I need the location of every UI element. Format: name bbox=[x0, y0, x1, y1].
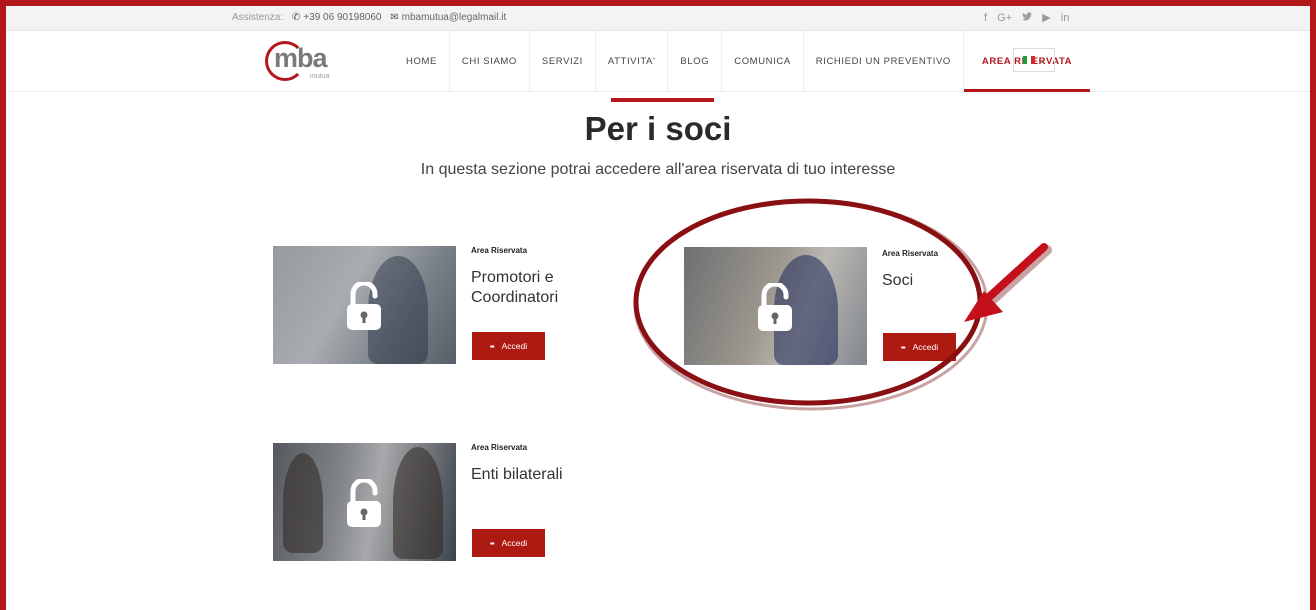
page-subtitle: In questa sezione potrai accedere all'ar… bbox=[420, 161, 896, 178]
nav-servizi[interactable]: SERVIZI bbox=[530, 31, 596, 91]
nav-home[interactable]: HOME bbox=[394, 31, 450, 91]
accedi-button[interactable]: ▪▪ Accedi bbox=[472, 529, 545, 557]
grid-icon: ▪▪ bbox=[489, 341, 495, 351]
card-title: Enti bilaterali bbox=[471, 466, 563, 483]
mail-icon: ✉ bbox=[390, 12, 399, 23]
button-label: Accedi bbox=[501, 538, 528, 548]
accedi-button[interactable]: ▪▪ Accedi bbox=[883, 333, 956, 361]
language-selector[interactable]: ⌄ bbox=[1013, 48, 1055, 72]
page-title: Per i soci bbox=[584, 110, 732, 147]
card-title: Promotori e Coordinatori bbox=[471, 269, 559, 306]
site-header: mba mutua HOME CHI SIAMO SERVIZI ATTIVIT… bbox=[6, 31, 1310, 92]
site-logo[interactable]: mba mutua bbox=[265, 41, 345, 85]
card-soci: Area Riservata Soci ▪▪ Accedi bbox=[684, 247, 984, 377]
card-kicker: Area Riservata bbox=[882, 249, 939, 258]
chevron-down-icon: ⌄ bbox=[1038, 55, 1046, 65]
facebook-icon[interactable]: f bbox=[984, 12, 987, 24]
card-image bbox=[273, 443, 456, 561]
nav-richiedi-preventivo[interactable]: RICHIEDI UN PREVENTIVO bbox=[804, 31, 964, 91]
google-plus-icon[interactable]: G+ bbox=[997, 12, 1012, 24]
card-kicker: Area Riservata bbox=[471, 246, 528, 255]
nav-chi-siamo[interactable]: CHI SIAMO bbox=[450, 31, 530, 91]
card-title: Soci bbox=[882, 272, 914, 289]
title-accent-bar bbox=[611, 98, 714, 102]
grid-icon: ▪▪ bbox=[900, 342, 906, 352]
accedi-button[interactable]: ▪▪ Accedi bbox=[472, 332, 545, 360]
twitter-icon[interactable] bbox=[1022, 12, 1035, 24]
social-links: f G+ ▶ in bbox=[984, 11, 1076, 24]
phone-link[interactable]: +39 06 90198060 bbox=[303, 12, 381, 23]
youtube-icon[interactable]: ▶ bbox=[1042, 12, 1050, 24]
logo-text: mba bbox=[274, 43, 328, 73]
unlocked-padlock-icon bbox=[347, 282, 381, 330]
card-promotori: Area Riservata Promotori e Coordinatori … bbox=[273, 246, 573, 376]
top-info-bar: Assistenza: ✆ +39 06 90198060 ✉ mbamutua@l… bbox=[6, 6, 1310, 31]
card-image bbox=[273, 246, 456, 364]
unlocked-padlock-icon bbox=[758, 283, 792, 331]
logo-subtext: mutua bbox=[310, 73, 330, 80]
card-kicker: Area Riservata bbox=[471, 443, 528, 452]
grid-icon: ▪▪ bbox=[489, 538, 495, 548]
assistance-label: Assistenza: bbox=[232, 12, 284, 23]
button-label: Accedi bbox=[501, 341, 528, 351]
nav-blog[interactable]: BLOG bbox=[668, 31, 723, 91]
email-link[interactable]: mbamutua@legalmail.it bbox=[402, 12, 507, 23]
button-label: Accedi bbox=[912, 342, 939, 352]
nav-attivita[interactable]: ATTIVITA' bbox=[596, 31, 669, 91]
main-nav: HOME CHI SIAMO SERVIZI ATTIVITA' BLOG CO… bbox=[394, 31, 1091, 92]
unlocked-padlock-icon bbox=[347, 479, 381, 527]
nav-comunica[interactable]: COMUNICA bbox=[722, 31, 804, 91]
card-enti-bilaterali: Area Riservata Enti bilaterali ▪▪ Accedi bbox=[273, 443, 573, 573]
card-image bbox=[684, 247, 867, 365]
phone-icon: ✆ bbox=[291, 12, 301, 23]
linkedin-icon[interactable]: in bbox=[1061, 12, 1070, 24]
italian-flag-icon bbox=[1022, 56, 1035, 64]
contact-info: Assistenza: ✆ +39 06 90198060 ✉ mbamutua@l… bbox=[232, 12, 506, 23]
